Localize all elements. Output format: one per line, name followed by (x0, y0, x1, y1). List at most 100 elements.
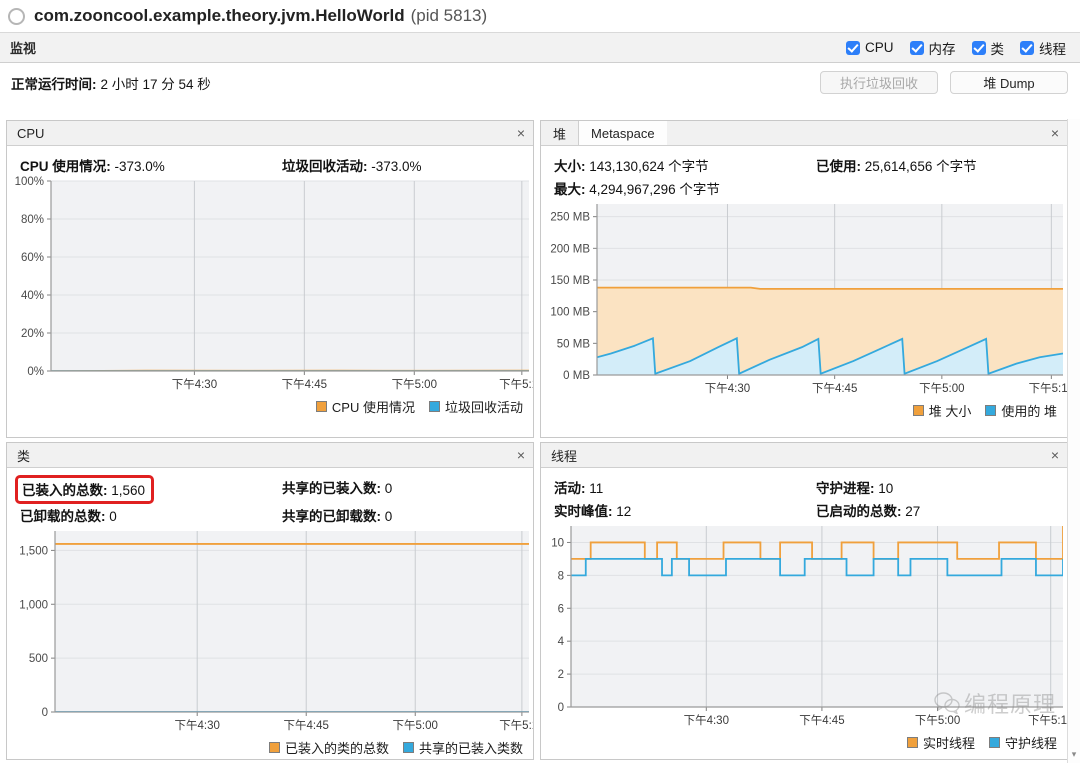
svg-text:下午4:30: 下午4:30 (175, 719, 220, 732)
svg-text:下午4:45: 下午4:45 (282, 378, 327, 391)
legend-item: 使用的 堆 (985, 401, 1057, 420)
tab-monitor[interactable]: 监视 (10, 38, 36, 57)
svg-text:下午4:30: 下午4:30 (705, 382, 750, 395)
stat-value: 10 (878, 481, 893, 496)
close-icon[interactable]: × (509, 443, 533, 467)
stat-gc-activity: 垃圾回收活动: -373.0% (282, 155, 533, 175)
svg-text:0 MB: 0 MB (563, 370, 590, 382)
svg-text:4: 4 (558, 636, 565, 648)
window-titlebar: com.zooncool.example.theory.jvm.HelloWor… (0, 0, 1080, 32)
action-button-group: 执行垃圾回收 堆 Dump (820, 71, 1068, 94)
close-icon[interactable]: × (1043, 121, 1067, 145)
checkbox-memory[interactable]: 内存 (910, 38, 956, 58)
stat-key: 守护进程: (816, 481, 875, 496)
page-title: com.zooncool.example.theory.jvm.HelloWor… (34, 6, 405, 26)
legend-swatch-cyan (989, 737, 1000, 748)
heap-dump-button[interactable]: 堆 Dump (950, 71, 1068, 94)
legend-swatch-orange (907, 737, 918, 748)
legend-swatch-cyan (985, 405, 996, 416)
legend-item: 堆 大小 (913, 401, 972, 420)
close-icon[interactable]: × (1043, 443, 1067, 467)
svg-text:下午5:15: 下午5:15 (1028, 714, 1067, 727)
legend-label: CPU 使用情况 (332, 397, 415, 416)
stat-value: -373.0% (371, 159, 421, 174)
svg-text:下午4:45: 下午4:45 (812, 382, 857, 395)
svg-text:100%: 100% (15, 176, 44, 188)
svg-text:下午5:15: 下午5:15 (499, 378, 533, 391)
stat-key: 共享的已卸载数: (282, 509, 381, 524)
chart-cpu[interactable]: 0% 20% 40% 60% 80% 100% 下午4:30 下午4:45 下午5:00 下午5:… (7, 175, 533, 397)
legend-label: 已装入的类的总数 (285, 738, 389, 757)
svg-text:1,500: 1,500 (19, 545, 48, 557)
svg-text:80%: 80% (21, 214, 44, 226)
stat-value: 1,560 (111, 483, 145, 498)
uptime-label: 正常运行时间: (11, 73, 97, 93)
heap-stats: 大小: 143,130,624 个字节 已使用: 25,614,656 个字节 … (541, 155, 1067, 198)
stat-value: 27 (905, 504, 920, 519)
chart-classes[interactable]: 05001,0001,500下午4:30下午4:45下午5:00下午5:15 (7, 525, 533, 738)
legend-item: 已装入的类的总数 (269, 738, 389, 757)
stat-heap-max: 最大: 4,294,967,296 个字节 (554, 178, 816, 198)
panel-threads-header: 线程 × (541, 443, 1067, 468)
chart-heap[interactable]: 0 MB50 MB100 MB150 MB200 MB250 MB下午4:30下… (541, 198, 1067, 401)
tab-heap[interactable]: 堆 (541, 121, 579, 145)
svg-text:10: 10 (551, 537, 564, 549)
checkbox-threads[interactable]: 线程 (1020, 38, 1066, 58)
stat-cpu-usage: CPU 使用情况: -373.0% (20, 155, 282, 175)
stat-value: 0 (385, 481, 393, 496)
svg-text:下午4:45: 下午4:45 (284, 719, 329, 732)
svg-text:50 MB: 50 MB (557, 338, 591, 350)
legend-cpu: CPU 使用情况 垃圾回收活动 (7, 397, 533, 416)
legend-swatch-orange (913, 405, 924, 416)
stat-classes-loaded-wrap: 已装入的总数: 1,560 (20, 477, 282, 502)
svg-text:下午4:30: 下午4:30 (172, 378, 217, 391)
checkbox-classes-label: 类 (991, 38, 1005, 58)
legend-label: 实时线程 (923, 733, 975, 752)
vertical-scrollbar[interactable]: ▾ (1067, 119, 1080, 763)
close-icon[interactable]: × (509, 121, 533, 145)
stat-threads-live: 活动: 11 (554, 477, 816, 497)
checkbox-cpu[interactable]: CPU (846, 40, 894, 55)
stat-value: 12 (616, 504, 631, 519)
svg-text:60%: 60% (21, 252, 44, 264)
chart-threads[interactable]: 0246810下午4:30下午4:45下午5:00下午5:15 (541, 520, 1067, 733)
threads-stats: 活动: 11 守护进程: 10 实时峰值: 12 已启动的总数: 27 (541, 477, 1067, 520)
toolbar: 监视 CPU 内存 类 线程 (0, 32, 1080, 63)
svg-text:8: 8 (558, 570, 564, 582)
svg-text:0: 0 (42, 707, 48, 719)
svg-text:下午4:30: 下午4:30 (684, 714, 729, 727)
panel-classes: 类 × 已装入的总数: 1,560 共享的已装入数: 0 已卸载的总数: 0 (6, 442, 534, 760)
checkmark-icon (972, 41, 986, 55)
stat-value: 11 (589, 481, 603, 496)
chevron-down-icon[interactable]: ▾ (1069, 750, 1079, 759)
stat-key: 活动: (554, 481, 586, 496)
svg-text:20%: 20% (21, 328, 44, 340)
checkmark-icon (1020, 41, 1034, 55)
legend-threads: 实时线程 守护线程 (541, 733, 1067, 752)
stat-classes-loaded-total: 已装入的总数: 1,560 (15, 475, 154, 504)
tab-metaspace[interactable]: Metaspace (579, 121, 667, 145)
svg-text:40%: 40% (21, 290, 44, 302)
stat-key: 已使用: (816, 159, 861, 174)
stat-value: 0 (385, 509, 393, 524)
panel-cpu: CPU × CPU 使用情况: -373.0% 垃圾回收活动: -373.0% … (6, 120, 534, 438)
panel-threads-body: 活动: 11 守护进程: 10 实时峰值: 12 已启动的总数: 27 0246… (541, 468, 1067, 752)
stat-heap-size: 大小: 143,130,624 个字节 (554, 155, 816, 175)
legend-swatch-orange (269, 742, 280, 753)
svg-text:0%: 0% (27, 366, 44, 378)
panel-cpu-body: CPU 使用情况: -373.0% 垃圾回收活动: -373.0% 0% 20% 4… (7, 146, 533, 416)
panel-classes-header: 类 × (7, 443, 533, 468)
stat-value: 4,294,967,296 个字节 (589, 182, 720, 197)
stat-key: 已装入的总数: (22, 483, 108, 498)
svg-text:下午5:00: 下午5:00 (392, 378, 437, 391)
checkbox-classes[interactable]: 类 (972, 38, 1005, 58)
uptime-value: 2 小时 17 分 54 秒 (101, 73, 211, 93)
legend-swatch-orange (316, 401, 327, 412)
svg-text:下午5:00: 下午5:00 (919, 382, 964, 395)
stat-key: CPU 使用情况: (20, 159, 111, 174)
stat-key: 已启动的总数: (816, 504, 902, 519)
svg-text:150 MB: 150 MB (550, 275, 590, 287)
chart-toggle-group: CPU 内存 类 线程 (846, 38, 1072, 58)
svg-text:2: 2 (558, 669, 564, 681)
perform-gc-button[interactable]: 执行垃圾回收 (820, 71, 938, 94)
